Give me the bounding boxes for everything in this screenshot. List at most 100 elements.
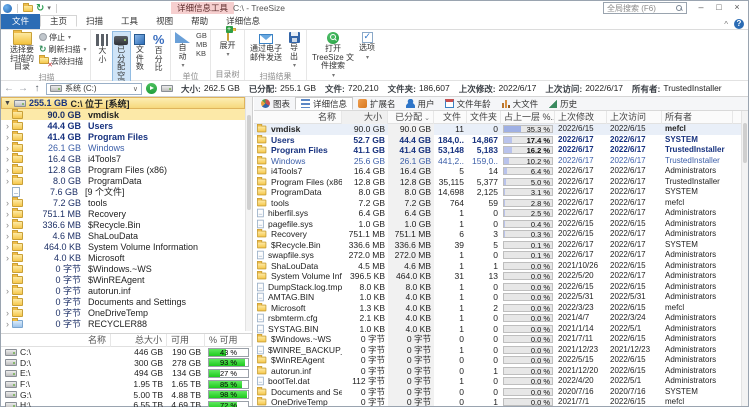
expand-arrow-icon[interactable]: ›: [3, 121, 12, 131]
stop-button[interactable]: 停止: [39, 31, 87, 43]
table-row[interactable]: Windows 25.6 GB 26.1 GB 441,2.. 159,0.. …: [254, 155, 741, 166]
table-row[interactable]: $Recycle.Bin 336.6 MB 336.6 MB 39 5 0.1 …: [254, 239, 741, 250]
unit-gb-button[interactable]: GB: [194, 32, 209, 40]
table-row[interactable]: System Volume Inf... 396.5 KB 464.0 KB 3…: [254, 271, 741, 282]
drive-row[interactable]: G:\ 5.00 TB 4.88 TB 98 %: [1, 389, 252, 400]
filecount-mode-button[interactable]: 文件数: [131, 31, 150, 75]
drive-row[interactable]: D:\ 300 GB 278 GB 93 %: [1, 358, 252, 369]
table-row[interactable]: vmdisk 90.0 GB 90.0 GB 11 0 35.3 % 2022/…: [254, 124, 741, 135]
expand-arrow-icon[interactable]: ›: [3, 176, 12, 186]
view-tab[interactable]: 详细信息: [295, 97, 354, 110]
tree-item[interactable]: 90.0 GB vmdisk: [1, 108, 245, 120]
export-button[interactable]: 导出: [285, 31, 303, 72]
expand-arrow-icon[interactable]: ›: [3, 308, 12, 318]
tree-item[interactable]: › 4.6 MB ShaLouData: [1, 229, 245, 241]
tab-details-context[interactable]: 详细信息: [217, 14, 269, 29]
table-row[interactable]: $Windows.~WS 0 字节 0 字节 0 0 0.0 % 2021/7/…: [254, 334, 741, 345]
ribbon-tab[interactable]: 视图: [147, 16, 182, 26]
column-header[interactable]: 文件: [434, 111, 467, 124]
table-row[interactable]: bootTel.dat 112 字节 0 字节 1 0 0.0 % 2022/4…: [254, 376, 741, 387]
view-tab[interactable]: 文件年龄: [440, 97, 496, 110]
tree-item[interactable]: › 12.8 GB Program Files (x86): [1, 163, 245, 175]
table-row[interactable]: ProgramData 8.0 GB 8.0 GB 14,698 2,125 3…: [254, 187, 741, 198]
view-tab[interactable]: 大文件: [496, 97, 544, 110]
column-header[interactable]: 名称: [1, 334, 111, 347]
table-row[interactable]: tools 7.2 GB 7.2 GB 764 59 2.8 % 2022/6/…: [254, 197, 741, 208]
unit-mb-button[interactable]: MB: [194, 41, 209, 49]
file-list-scrollbar[interactable]: [741, 111, 748, 406]
tree-item[interactable]: › 44.4 GB Users: [1, 119, 245, 131]
chevron-down-icon[interactable]: ▾: [47, 4, 51, 12]
table-row[interactable]: autorun.inf 0 字节 0 字节 0 1 0.0 % 2021/12/…: [254, 365, 741, 376]
tree-item[interactable]: 7.6 GB [9 个文件]: [1, 186, 245, 197]
forward-icon[interactable]: →: [18, 83, 28, 94]
column-header[interactable]: 上次修改: [555, 111, 607, 124]
ribbon-tab[interactable]: 帮助: [182, 16, 217, 26]
select-scan-directory-button[interactable]: 选择要扫描的目录: [5, 30, 39, 73]
tree-item[interactable]: › 41.4 GB Program Files: [1, 130, 245, 142]
tree-item[interactable]: › 0 字节 RECYCLER88: [1, 317, 245, 329]
tree-item[interactable]: › 751.1 MB Recovery: [1, 207, 245, 219]
column-header[interactable]: % 可用: [205, 334, 252, 347]
unit-auto-button[interactable]: 自动: [173, 31, 192, 72]
table-row[interactable]: DumpStack.log.tmp 8.0 KB 8.0 KB 1 0 0.0 …: [254, 281, 741, 292]
open-folder-icon[interactable]: [23, 2, 33, 12]
expand-arrow-icon[interactable]: ›: [3, 242, 12, 252]
drive-row[interactable]: C:\ 446 GB 190 GB 43 %: [1, 347, 252, 358]
refresh-scan-button[interactable]: ↻ 刷新扫描: [39, 43, 87, 55]
column-header[interactable]: 文件夹: [467, 111, 501, 124]
table-row[interactable]: Program Files (x86) 12.8 GB 12.8 GB 35,1…: [254, 176, 741, 187]
up-icon[interactable]: ↑: [32, 83, 42, 94]
expand-arrow-icon[interactable]: ›: [3, 286, 12, 296]
table-row[interactable]: Documents and Se... 0 字节 0 字节 0 0 0.0 % …: [254, 386, 741, 397]
table-row[interactable]: swapfile.sys 272.0 MB 272.0 MB 1 0 0.1 %…: [254, 250, 741, 261]
column-header[interactable]: 占上一层 %..: [501, 111, 555, 124]
table-row[interactable]: $WINRE_BACKUP_... 0 字节 0 字节 1 0 0.0 % 20…: [254, 344, 741, 355]
column-header[interactable]: 可用: [167, 334, 205, 347]
column-header[interactable]: 已分配 ⌄: [388, 111, 434, 124]
table-row[interactable]: $WinREAgent 0 字节 0 字节 0 0 0.0 % 2022/5/1…: [254, 355, 741, 366]
collapse-caret-icon[interactable]: ▼: [4, 100, 11, 107]
view-tab[interactable]: 扩展名: [353, 97, 401, 110]
table-row[interactable]: Users 52.7 GB 44.4 GB 184,0.. 14,867 17.…: [254, 134, 741, 145]
ribbon-tab[interactable]: 工具: [112, 16, 147, 26]
table-row[interactable]: Program Files 41.1 GB 41.4 GB 53,148 5,1…: [254, 145, 741, 156]
drive-row[interactable]: F:\ 1.95 TB 1.65 TB 85 %: [1, 379, 252, 390]
view-tab[interactable]: 用户: [401, 97, 440, 110]
unit-kb-button[interactable]: KB: [194, 50, 209, 58]
expand-arrow-icon[interactable]: ›: [3, 165, 12, 175]
scrollbar-thumb[interactable]: [247, 115, 251, 210]
expand-arrow-icon[interactable]: ›: [3, 154, 12, 164]
expand-arrow-icon[interactable]: ›: [3, 253, 12, 263]
view-tab[interactable]: 历史: [543, 97, 582, 110]
tree-scrollbar[interactable]: [245, 97, 252, 331]
file-search-button[interactable]: 打开 TreeSize 文件搜索: [309, 31, 357, 81]
drive-row[interactable]: E:\ 494 GB 134 GB 27 %: [1, 368, 252, 379]
expand-arrow-icon[interactable]: ›: [3, 220, 12, 230]
tree-item[interactable]: › 464.0 KB System Volume Information: [1, 240, 245, 252]
table-row[interactable]: Recovery 751.1 MB 751.1 MB 6 3 0.3 % 202…: [254, 229, 741, 240]
table-row[interactable]: ShaLouData 4.5 MB 4.6 MB 1 1 0.0 % 2021/…: [254, 260, 741, 271]
global-search-input[interactable]: 全局搜索 (F6): [603, 2, 687, 14]
back-icon[interactable]: ←: [4, 83, 14, 94]
table-row[interactable]: AMTAG.BIN 1.0 KB 4.0 KB 1 0 0.0 % 2022/5…: [254, 292, 741, 303]
close-button[interactable]: ×: [728, 1, 746, 14]
column-header[interactable]: 所有者: [662, 111, 733, 124]
maximize-button[interactable]: □: [710, 1, 728, 14]
send-email-button[interactable]: 通过电子邮件发送: [247, 31, 285, 63]
help-icon[interactable]: ?: [734, 19, 744, 29]
minimize-button[interactable]: –: [692, 1, 710, 14]
tree-item[interactable]: › 336.6 MB $Recycle.Bin: [1, 218, 245, 230]
tree-item[interactable]: › 16.4 GB i4Tools7: [1, 152, 245, 164]
table-row[interactable]: Microsoft 1.3 KB 4.0 KB 1 2 0.0 % 2022/3…: [254, 302, 741, 313]
column-header[interactable]: 大小: [342, 111, 388, 124]
refresh-icon[interactable]: ↻: [36, 3, 44, 13]
drive-select[interactable]: 系统 (C:) ∨: [46, 82, 142, 95]
tree-root-row[interactable]: ▼ 255.1 GB C:\ 位于 [系统]: [1, 97, 245, 109]
column-header[interactable]: 上次访问: [607, 111, 662, 124]
expand-button[interactable]: + 展开: [218, 26, 238, 61]
table-row[interactable]: pagefile.sys 1.0 GB 1.0 GB 1 0 0.4 % 202…: [254, 218, 741, 229]
table-row[interactable]: i4Tools7 16.4 GB 16.4 GB 5 14 6.4 % 2022…: [254, 166, 741, 177]
expand-arrow-icon[interactable]: ›: [3, 319, 12, 329]
tree-item[interactable]: › 7.2 GB tools: [1, 196, 245, 208]
